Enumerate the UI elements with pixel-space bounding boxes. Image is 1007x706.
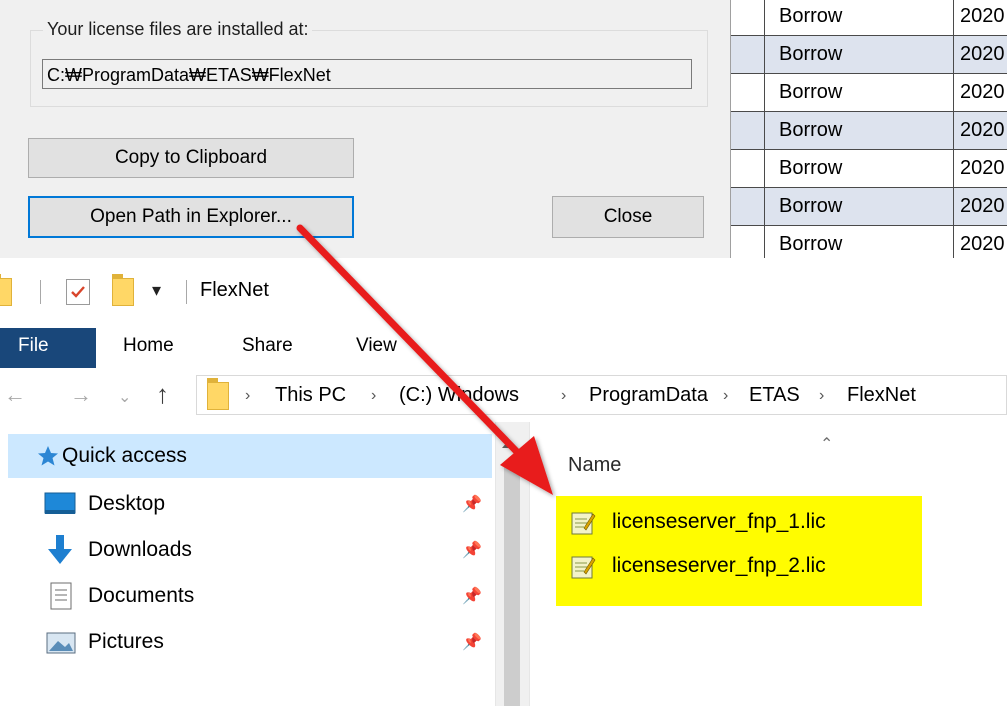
tab-share[interactable]: Share: [242, 328, 293, 368]
table-cell-date: 2020: [953, 74, 1007, 111]
nav-item-desktop[interactable]: Desktop 📌: [8, 482, 492, 526]
group-label: Your license files are installed at:: [43, 19, 313, 40]
copy-to-clipboard-button[interactable]: Copy to Clipboard: [28, 138, 354, 178]
table-row: Borrow 2020: [731, 150, 1007, 188]
window-title: FlexNet: [200, 279, 269, 301]
file-name: licenseserver_fnp_2.lic: [612, 554, 826, 577]
license-table: Borrow 2020 Borrow 2020 Borrow 2020 Borr…: [731, 0, 1007, 258]
pin-icon[interactable]: 📌: [462, 494, 482, 514]
back-arrow-icon[interactable]: ←: [4, 382, 26, 408]
properties-icon[interactable]: [66, 279, 90, 305]
pin-icon[interactable]: 📌: [462, 632, 482, 652]
navigation-scrollbar[interactable]: [495, 422, 530, 706]
breadcrumb-chevron-icon[interactable]: ›: [561, 387, 566, 405]
table-cell-date: 2020: [953, 0, 1007, 35]
table-cell-date: 2020: [953, 226, 1007, 258]
nav-label: Desktop: [88, 492, 166, 515]
pin-icon[interactable]: 📌: [462, 540, 482, 560]
breadcrumb-chevron-icon[interactable]: ›: [723, 387, 728, 405]
license-path-group: Your license files are installed at: C:₩…: [30, 19, 708, 107]
column-header-name[interactable]: Name: [568, 454, 621, 477]
nav-label: Documents: [88, 584, 195, 607]
desktop-icon: [44, 492, 76, 514]
tab-home[interactable]: Home: [123, 328, 174, 368]
customize-toolbar-icon[interactable]: ▾: [152, 280, 161, 301]
close-button[interactable]: Close: [552, 196, 704, 238]
toolbar-separator: [186, 280, 187, 304]
table-row: Borrow 2020: [731, 112, 1007, 150]
address-bar-row: ← → ⌄ ↑ › This PC › (C:) Windows › Progr…: [0, 368, 1007, 422]
breadcrumb-programdata[interactable]: ProgramData: [589, 384, 708, 407]
forward-arrow-icon[interactable]: →: [70, 382, 92, 408]
downloads-icon: [48, 535, 72, 564]
recent-locations-chevron-icon[interactable]: ⌄: [118, 387, 131, 407]
scroll-up-arrow-icon[interactable]: [502, 440, 516, 448]
folder-icon: [0, 274, 12, 306]
breadcrumb-chevron-icon[interactable]: ›: [819, 387, 824, 405]
table-row: Borrow 2020: [731, 226, 1007, 258]
navigation-pane: Quick access Desktop 📌 Downloads 📌 Docum…: [0, 422, 495, 706]
table-cell-date: 2020: [953, 36, 1007, 73]
nav-label: Pictures: [88, 630, 164, 653]
address-bar[interactable]: › This PC › (C:) Windows › ProgramData ›…: [196, 375, 1007, 415]
sort-ascending-icon: ⌃: [820, 436, 834, 453]
breadcrumb-chevron-icon[interactable]: ›: [245, 387, 250, 405]
license-dialog: Your license files are installed at: C:₩…: [0, 0, 730, 258]
pin-icon[interactable]: 📌: [462, 586, 482, 606]
nav-label: Quick access: [62, 444, 187, 467]
quick-access-toolbar: ▾ FlexNet: [0, 258, 1007, 328]
breadcrumb-this-pc[interactable]: This PC: [275, 384, 346, 407]
breadcrumb-windows[interactable]: (C:) Windows: [399, 384, 519, 407]
star-icon: [38, 446, 58, 466]
file-name: licenseserver_fnp_1.lic: [612, 510, 826, 533]
license-path-field[interactable]: C:₩ProgramData₩ETAS₩FlexNet: [42, 59, 692, 89]
documents-icon: [50, 582, 72, 610]
file-list-pane: ⌃ Name licenseserver_fnp_1.lic licensese…: [530, 422, 1007, 706]
table-cell-date: 2020: [953, 188, 1007, 225]
tab-file[interactable]: File: [0, 328, 96, 368]
table-row: Borrow 2020: [731, 74, 1007, 112]
breadcrumb-etas[interactable]: ETAS: [749, 384, 800, 407]
tab-view[interactable]: View: [356, 328, 397, 368]
nav-item-downloads[interactable]: Downloads 📌: [8, 528, 492, 572]
nav-item-documents[interactable]: Documents 📌: [8, 574, 492, 618]
table-row: Borrow 2020: [731, 188, 1007, 226]
license-file-icon: [571, 556, 596, 579]
up-arrow-icon[interactable]: ↑: [156, 379, 169, 410]
table-cell-date: 2020: [953, 112, 1007, 149]
table-row: Borrow 2020: [731, 0, 1007, 36]
pictures-icon: [46, 632, 76, 654]
license-file-icon: [571, 512, 596, 535]
table-row: Borrow 2020: [731, 36, 1007, 74]
breadcrumb-flexnet[interactable]: FlexNet: [847, 384, 916, 407]
file-explorer-window: ▾ FlexNet File Home Share View ← → ⌄ ↑ ›…: [0, 258, 1007, 706]
nav-item-pictures[interactable]: Pictures 📌: [8, 620, 492, 664]
open-path-in-explorer-button[interactable]: Open Path in Explorer...: [28, 196, 354, 238]
new-folder-icon[interactable]: [112, 274, 134, 306]
ribbon-tabs: File Home Share View: [0, 328, 1007, 369]
nav-item-quick-access[interactable]: Quick access: [8, 434, 492, 478]
toolbar-separator: [40, 280, 41, 304]
scrollbar-thumb[interactable]: [504, 466, 520, 706]
nav-label: Downloads: [88, 538, 192, 561]
folder-icon: [207, 378, 229, 410]
breadcrumb-chevron-icon[interactable]: ›: [371, 387, 376, 405]
table-cell-date: 2020: [953, 150, 1007, 187]
